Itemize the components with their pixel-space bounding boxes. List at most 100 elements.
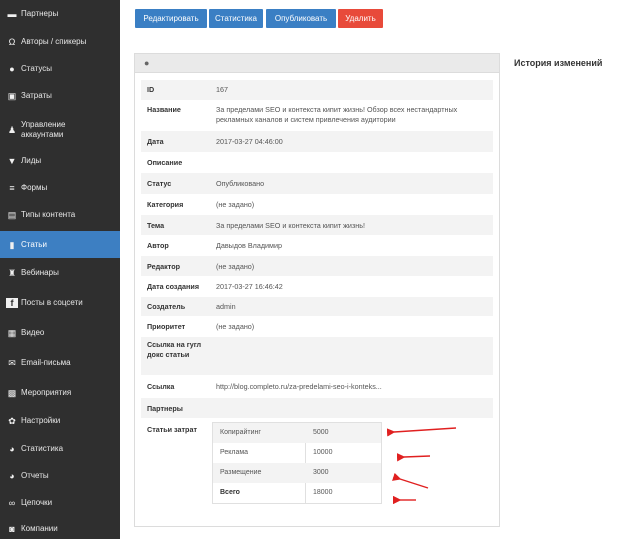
detail-label: ID xyxy=(147,85,155,94)
detail-value: 2017-03-27 16:46:42 xyxy=(216,282,283,291)
sidebar-item-reports[interactable]: ◕ Отчеты xyxy=(0,465,120,487)
detail-row-author: Автор Давыдов Владимир xyxy=(141,236,493,255)
arrow-advertising xyxy=(396,453,431,462)
sidebar-item-authors[interactable]: Ω Авторы / спикеры xyxy=(0,31,120,53)
sidebar-item-label: Email-письма xyxy=(21,358,71,367)
detail-value: (не задано) xyxy=(216,200,255,209)
arrow-copywriting xyxy=(386,427,457,437)
sidebar-item-label: Статистика xyxy=(21,444,64,453)
sidebar-item-webinars[interactable]: ♜ Вебинары xyxy=(0,261,120,285)
expense-label: Копирайтинг xyxy=(220,429,261,436)
sidebar-item-content-types[interactable]: ▤ Типы контента xyxy=(0,204,120,226)
sidebar-item-expenses[interactable]: ▣ Затраты xyxy=(0,85,120,107)
sidebar-item-label: Статьи xyxy=(21,239,47,249)
detail-label: Ссылка на гугл докс статьи xyxy=(147,340,202,359)
detail-label: Автор xyxy=(147,241,169,250)
sidebar-item-partners[interactable]: ▬ Партнеры xyxy=(0,3,120,25)
sidebar-item-label: Формы xyxy=(21,183,48,192)
detail-row-title: Название За пределами SEO и контекста ки… xyxy=(141,101,493,130)
sidebar-item-events[interactable]: ▩ Мероприятия xyxy=(0,381,120,405)
publish-button[interactable]: Опубликовать xyxy=(266,9,336,28)
detail-row-date: Дата 2017-03-27 04:46:00 xyxy=(141,131,493,152)
sidebar-item-label: Типы контента xyxy=(21,210,76,219)
expense-label: Реклама xyxy=(220,449,249,456)
detail-value: Давыдов Владимир xyxy=(216,241,283,250)
sidebar-item-label: Настройки xyxy=(21,416,61,425)
pie-chart-icon: ◕ xyxy=(9,471,15,481)
detail-label: Описание xyxy=(147,158,183,167)
sidebar-item-settings[interactable]: ✿ Настройки xyxy=(0,410,120,432)
detail-label: Создатель xyxy=(147,302,186,311)
detail-label: Статус xyxy=(147,179,172,188)
detail-value: (не задано) xyxy=(216,262,255,271)
detail-label: Категория xyxy=(147,200,184,209)
users-icon: ♟ xyxy=(7,125,17,135)
detail-value: За пределами SEO и контекста кипит жизнь… xyxy=(216,105,458,124)
sidebar-item-label: Посты в соцсети xyxy=(21,298,83,307)
sidebar-item-label: Статусы xyxy=(21,64,53,73)
detail-label: Дата xyxy=(147,137,164,146)
sidebar-item-social-posts[interactable]: f Посты в соцсети xyxy=(0,290,120,316)
sidebar-item-companies[interactable]: ◙ Компании xyxy=(0,519,120,539)
sidebar-item-label: Затраты xyxy=(21,91,52,100)
list-icon: ≡ xyxy=(9,183,15,193)
detail-row-description: Описание xyxy=(141,153,493,172)
detail-row-link: Ссылка http://blog.completo.ru/za-predel… xyxy=(141,376,493,397)
handshake-icon: ▬ xyxy=(7,9,17,19)
detail-label: Название xyxy=(147,105,181,114)
sidebar: ▬ Партнеры Ω Авторы / спикеры ● Статусы … xyxy=(0,0,120,539)
arrow-placement xyxy=(392,472,429,489)
sidebar-item-label: Авторы / спикеры xyxy=(21,37,87,46)
expense-row: Реклама 10000 xyxy=(213,443,381,463)
sidebar-item-statuses[interactable]: ● Статусы xyxy=(0,58,120,80)
facebook-icon: f xyxy=(6,298,18,308)
detail-label: Дата создания xyxy=(147,282,200,291)
detail-row-gdocs-link: Ссылка на гугл докс статьи xyxy=(141,337,493,375)
sidebar-item-account-management[interactable]: ♟ Управление аккаунтами xyxy=(0,113,120,147)
table-icon: ▤ xyxy=(7,210,17,220)
detail-row-created-date: Дата создания 2017-03-27 16:46:42 xyxy=(141,277,493,296)
statistics-button[interactable]: Статистика xyxy=(209,9,263,28)
expense-value: 5000 xyxy=(313,429,329,436)
detail-label: Тема xyxy=(147,221,165,230)
sidebar-item-label: Управление аккаунтами xyxy=(21,120,66,139)
sidebar-item-statistics[interactable]: ◕ Статистика xyxy=(0,438,120,460)
pie-chart-icon: ◕ xyxy=(9,444,15,454)
sidebar-item-leads[interactable]: ▼ Лиды xyxy=(0,150,120,172)
link-icon: ∞ xyxy=(8,498,16,508)
sidebar-item-chains[interactable]: ∞ Цепочки xyxy=(0,492,120,514)
history-title: История изменений xyxy=(514,58,603,68)
sidebar-item-forms[interactable]: ≡ Формы xyxy=(0,177,120,199)
sidebar-item-label: Отчеты xyxy=(21,471,49,480)
sidebar-item-label: Вебинары xyxy=(21,268,59,277)
edit-button[interactable]: Редактировать xyxy=(135,9,207,28)
expense-value: 10000 xyxy=(313,449,333,456)
expenses-table: Копирайтинг 5000 Реклама 10000 Размещени… xyxy=(212,422,382,504)
sidebar-item-video[interactable]: ▦ Видео xyxy=(0,321,120,345)
panel-header: ● xyxy=(135,54,499,73)
gears-icon: ✿ xyxy=(8,416,16,426)
detail-row-id: ID 167 xyxy=(141,80,493,100)
money-icon: ▣ xyxy=(7,91,17,101)
building-icon: ◙ xyxy=(9,524,15,534)
detail-row-creator: Создатель admin xyxy=(141,297,493,316)
envelope-icon: ✉ xyxy=(8,358,16,368)
sidebar-item-emails[interactable]: ✉ Email-письма xyxy=(0,351,120,375)
filter-icon: ▼ xyxy=(7,156,17,166)
detail-value: 2017-03-27 04:46:00 xyxy=(216,137,283,146)
sidebar-item-label: Мероприятия xyxy=(21,388,72,397)
calendar-icon: ▩ xyxy=(7,388,17,398)
expense-row: Копирайтинг 5000 xyxy=(213,423,381,443)
headset-icon: Ω xyxy=(8,37,16,47)
sidebar-item-label: Видео xyxy=(21,328,45,337)
detail-row-status: Статус Опубликовано xyxy=(141,173,493,194)
eye-icon[interactable]: ● xyxy=(144,58,149,68)
book-icon: ▮ xyxy=(9,239,15,250)
sidebar-item-articles[interactable]: ▮ Статьи xyxy=(0,231,120,258)
detail-value: Опубликовано xyxy=(216,179,265,188)
user-icon: ♜ xyxy=(7,268,17,278)
delete-button[interactable]: Удалить xyxy=(338,9,383,28)
detail-label: Статьи затрат xyxy=(147,425,197,434)
article-link[interactable]: http://blog.completo.ru/za-predelami-seo… xyxy=(216,382,488,392)
film-icon: ▦ xyxy=(7,328,17,338)
